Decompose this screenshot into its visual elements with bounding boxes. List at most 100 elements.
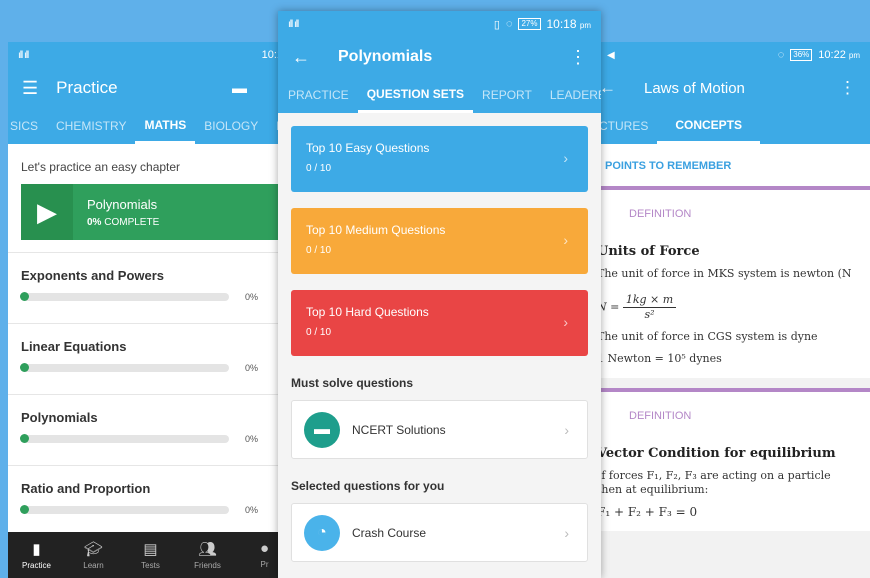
practice-appbar: ☰ Practice ▬ bbox=[8, 68, 293, 108]
hard-questions-card[interactable]: Top 10 Hard Questions 0 / 10 › bbox=[291, 290, 588, 356]
page-title: Polynomials bbox=[338, 48, 433, 65]
book-icon: ▬ bbox=[304, 411, 340, 448]
ncert-solutions-item[interactable]: ▬ NCERT Solutions › bbox=[291, 400, 588, 459]
concepts-header: ◀ ◌ 36% 10:22 pm ← Laws of Motion ⋮ CTURES… bbox=[597, 42, 870, 144]
nav-practice[interactable]: ▮ Practice bbox=[8, 532, 65, 578]
easy-questions-card[interactable]: Top 10 Easy Questions 0 / 10 › bbox=[291, 126, 588, 192]
formula: N = 1kg × m s² bbox=[597, 281, 870, 322]
play-icon: ▶ bbox=[21, 184, 73, 240]
set-title: Top 10 Medium Questions bbox=[306, 223, 446, 237]
stopwatch-icon: ◔ bbox=[304, 514, 340, 551]
menu-icon[interactable]: ☰ bbox=[22, 78, 38, 99]
status-bar: ıll ıll ▯ ◌ 27% 10:18 pm bbox=[278, 11, 601, 37]
set-title: Top 10 Easy Questions bbox=[306, 141, 430, 155]
wifi-icon: ◌ bbox=[505, 18, 513, 30]
chevron-right-icon: › bbox=[564, 421, 569, 438]
signal-icon: ıll ıll bbox=[18, 49, 29, 61]
chapter-pct: 0% bbox=[245, 292, 259, 302]
status-bar: ıll ıll 10:1 bbox=[8, 42, 293, 68]
tab-report[interactable]: REPORT bbox=[473, 77, 541, 113]
chat-icon[interactable]: ▬ bbox=[232, 80, 247, 97]
chapter-pct: 0% bbox=[245, 434, 259, 444]
status-bar: ◀ ◌ 36% 10:22 pm bbox=[597, 42, 870, 68]
more-icon[interactable]: ⋮ bbox=[839, 78, 856, 98]
chapter-pct: 0% bbox=[245, 363, 259, 373]
battery-icon: 27% bbox=[518, 18, 541, 30]
set-title: Top 10 Hard Questions bbox=[306, 305, 429, 319]
chapter-item[interactable]: Ratio and Proportion 0% bbox=[8, 465, 293, 536]
vibrate-icon: ▯ bbox=[493, 18, 500, 31]
chapter-name: Linear Equations bbox=[21, 339, 127, 354]
signal-icon: ◀ bbox=[607, 49, 615, 61]
set-progress: 0 / 10 bbox=[306, 163, 332, 174]
tab-biology[interactable]: BIOLOGY bbox=[195, 108, 267, 144]
status-time: 10:22 pm bbox=[818, 49, 860, 61]
card-heading: Vector Condition for equilibrium bbox=[597, 446, 836, 461]
chevron-right-icon: › bbox=[563, 150, 568, 166]
tab-practice[interactable]: PRACTICE bbox=[278, 77, 358, 113]
chapter-pct: 0% bbox=[245, 505, 259, 515]
back-icon[interactable]: ← bbox=[599, 78, 616, 98]
tab-maths[interactable]: MATHS bbox=[135, 108, 196, 144]
hero-title: Polynomials bbox=[87, 196, 158, 212]
progress-bar bbox=[20, 292, 229, 301]
card-heading: Units of Force bbox=[597, 244, 700, 259]
graduation-cap-icon: 🎓︎ bbox=[83, 541, 104, 558]
tab-lectures[interactable]: CTURES bbox=[597, 108, 657, 144]
section-heading: Selected questions for you bbox=[291, 479, 445, 493]
nav-tests[interactable]: ▤ Tests bbox=[122, 532, 179, 578]
practice-screen: ıll ıll 10:1 ☰ Practice ▬ SICS CHEMISTRY… bbox=[8, 42, 293, 578]
points-to-remember: POINTS TO REMEMBER bbox=[597, 144, 870, 186]
nav-friends[interactable]: 👥︎ Friends bbox=[179, 532, 236, 578]
page-title: Laws of Motion bbox=[644, 79, 745, 97]
friends-icon: 👥︎ bbox=[197, 541, 218, 558]
definition-card: DEFINITION Units of Force The unit of fo… bbox=[597, 186, 870, 378]
chapter-item[interactable]: Polynomials 0% bbox=[8, 394, 293, 465]
formula: F₁ + F₂ + F₃ = 0 bbox=[597, 505, 698, 519]
tab-physics[interactable]: SICS bbox=[8, 108, 47, 144]
polynomials-header: ıll ıll ▯ ◌ 27% 10:18 pm ← Polynomials ⋮ PR… bbox=[278, 11, 601, 113]
clipboard-icon: ▤ bbox=[143, 541, 158, 558]
section-tabs: PRACTICE QUESTION SETS REPORT LEADERB bbox=[278, 77, 601, 113]
bottom-nav: ▮ Practice 🎓︎ Learn ▤ Tests 👥︎ Friends ● Pr bbox=[8, 532, 293, 578]
definition-card: DEFINITION Vector Condition for equilibr… bbox=[597, 388, 870, 531]
medium-questions-card[interactable]: Top 10 Medium Questions 0 / 10 › bbox=[291, 208, 588, 274]
chapter-item[interactable]: Linear Equations 0% bbox=[8, 323, 293, 394]
card-text: then at equilibrium: bbox=[597, 483, 709, 496]
chevron-right-icon: › bbox=[563, 314, 568, 330]
definition-label: DEFINITION bbox=[629, 208, 692, 220]
intro-text: Let's practice an easy chapter bbox=[21, 160, 181, 174]
item-label: NCERT Solutions bbox=[352, 422, 446, 437]
concepts-screen: ◀ ◌ 36% 10:22 pm ← Laws of Motion ⋮ CTURES… bbox=[597, 42, 870, 578]
chapter-name: Ratio and Proportion bbox=[21, 481, 151, 496]
page-title: Practice bbox=[56, 78, 118, 97]
tab-concepts[interactable]: CONCEPTS bbox=[657, 108, 761, 144]
easy-chapter-card[interactable]: ▶ Polynomials 0% COMPLETE bbox=[21, 184, 280, 240]
subject-tabs: SICS CHEMISTRY MATHS BIOLOGY LO bbox=[8, 108, 293, 144]
nav-learn[interactable]: 🎓︎ Learn bbox=[65, 532, 122, 578]
chevron-right-icon: › bbox=[563, 232, 568, 248]
crash-course-item[interactable]: ◔ Crash Course › bbox=[291, 503, 588, 562]
card-text: If forces F₁, F₂, F₃ are acting on a par… bbox=[597, 469, 831, 482]
concepts-appbar: ← Laws of Motion ⋮ bbox=[597, 68, 870, 108]
chapter-name: Exponents and Powers bbox=[21, 268, 165, 283]
chapter-name: Polynomials bbox=[21, 410, 98, 425]
set-progress: 0 / 10 bbox=[306, 327, 332, 338]
chapter-item[interactable]: Exponents and Powers 0% bbox=[8, 252, 293, 323]
progress-bar bbox=[20, 505, 229, 514]
practice-icon: ▮ bbox=[32, 541, 41, 558]
question-sets-screen: ıll ıll ▯ ◌ 27% 10:18 pm ← Polynomials ⋮ PR… bbox=[278, 11, 601, 578]
battery-icon: 36% bbox=[790, 49, 813, 61]
tab-question-sets[interactable]: QUESTION SETS bbox=[357, 77, 474, 113]
card-text: The unit of force in MKS system is newto… bbox=[597, 267, 852, 280]
hero-progress: 0% COMPLETE bbox=[87, 216, 160, 228]
wifi-icon: ◌ bbox=[777, 49, 785, 61]
definition-label: DEFINITION bbox=[629, 410, 692, 422]
section-heading: Must solve questions bbox=[291, 376, 414, 390]
tab-chemistry[interactable]: CHEMISTRY bbox=[47, 108, 135, 144]
back-icon[interactable]: ← bbox=[292, 47, 310, 68]
polynomials-appbar: ← Polynomials ⋮ bbox=[278, 37, 601, 77]
more-icon[interactable]: ⋮ bbox=[569, 47, 587, 68]
tab-leaderboard[interactable]: LEADERB bbox=[541, 77, 601, 113]
item-label: Crash Course bbox=[352, 525, 427, 540]
